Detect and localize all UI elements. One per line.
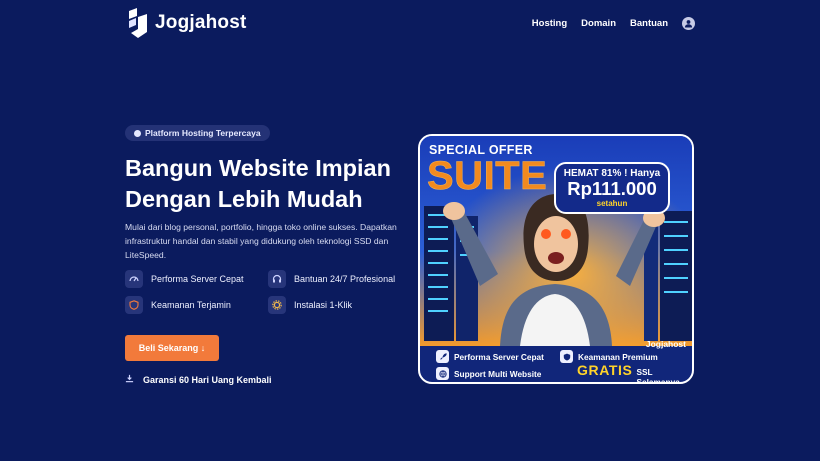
nav-menu: Hosting Domain Bantuan (532, 17, 695, 30)
nav-item-bantuan[interactable]: Bantuan (630, 18, 668, 29)
page-title: Bangun Website Impian Dengan Lebih Mudah (125, 153, 425, 215)
feature-item: Instalasi 1-Klik (268, 296, 352, 314)
feature-label: Keamanan Terjamin (151, 300, 231, 310)
shield-icon (125, 296, 143, 314)
feature-label: Instalasi 1-Klik (294, 300, 353, 310)
shield-icon (560, 350, 573, 363)
nav-item-hosting[interactable]: Hosting (532, 18, 567, 29)
check-icon (134, 129, 141, 137)
price-bubble: HEMAT 81% ! Hanya Rp111.000 setahun (554, 162, 670, 214)
download-icon (125, 374, 134, 385)
brand-logo[interactable]: Jogjahost (127, 8, 247, 38)
feature-item: Keamanan Terjamin (125, 296, 231, 314)
promo-feature-label: Support Multi Website (454, 368, 542, 379)
promo-feature-label: Performa Server Cepat (454, 351, 544, 362)
promo-brand: Jogjahost (645, 339, 686, 349)
promo-feature: Support Multi Website (436, 367, 541, 380)
user-account-icon[interactable] (682, 17, 695, 30)
feature-label: Performa Server Cepat (151, 274, 244, 284)
brand-name: Jogjahost (155, 12, 247, 33)
promo-banner[interactable]: SPECIAL OFFER SUITE HEMAT 81% ! Hanya Rp… (418, 134, 694, 384)
nav-item-domain[interactable]: Domain (581, 18, 616, 29)
ssl-label: SSL Selamanya (636, 367, 680, 384)
free-ssl-label: GRATIS SSL Selamanya (577, 362, 692, 384)
price-period: setahun (596, 199, 628, 208)
globe-icon (436, 367, 449, 380)
gratis-label: GRATIS (577, 362, 633, 378)
hero-description: Mulai dari blog personal, portfolio, hin… (125, 222, 397, 260)
speedometer-icon (125, 270, 143, 288)
feature-item: Bantuan 24/7 Profesional (268, 270, 395, 288)
jogjahost-logo-icon (129, 8, 147, 38)
gear-icon (268, 296, 286, 314)
buy-now-button[interactable]: Beli Sekarang ↓ (125, 335, 219, 361)
title-line-1: Bangun Website Impian (125, 155, 391, 181)
feature-item: Performa Server Cepat (125, 270, 244, 288)
navbar: Jogjahost Hosting Domain Bantuan (0, 0, 820, 46)
money-back-guarantee: Garansi 60 Hari Uang Kembali (125, 374, 272, 385)
title-line-2: Dengan Lebih Mudah (125, 186, 363, 212)
guarantee-label: Garansi 60 Hari Uang Kembali (143, 374, 272, 385)
promo-feature: Performa Server Cepat (436, 350, 544, 363)
trust-badge-label: Platform Hosting Terpercaya (145, 128, 261, 138)
rocket-icon (436, 350, 449, 363)
headset-icon (268, 270, 286, 288)
promo-feature-label: Keamanan Premium (578, 351, 658, 362)
price-value: Rp111.000 (567, 178, 657, 199)
trust-badge: Platform Hosting Terpercaya (125, 125, 270, 141)
feature-label: Bantuan 24/7 Profesional (294, 274, 396, 284)
product-name: SUITE (427, 154, 548, 199)
